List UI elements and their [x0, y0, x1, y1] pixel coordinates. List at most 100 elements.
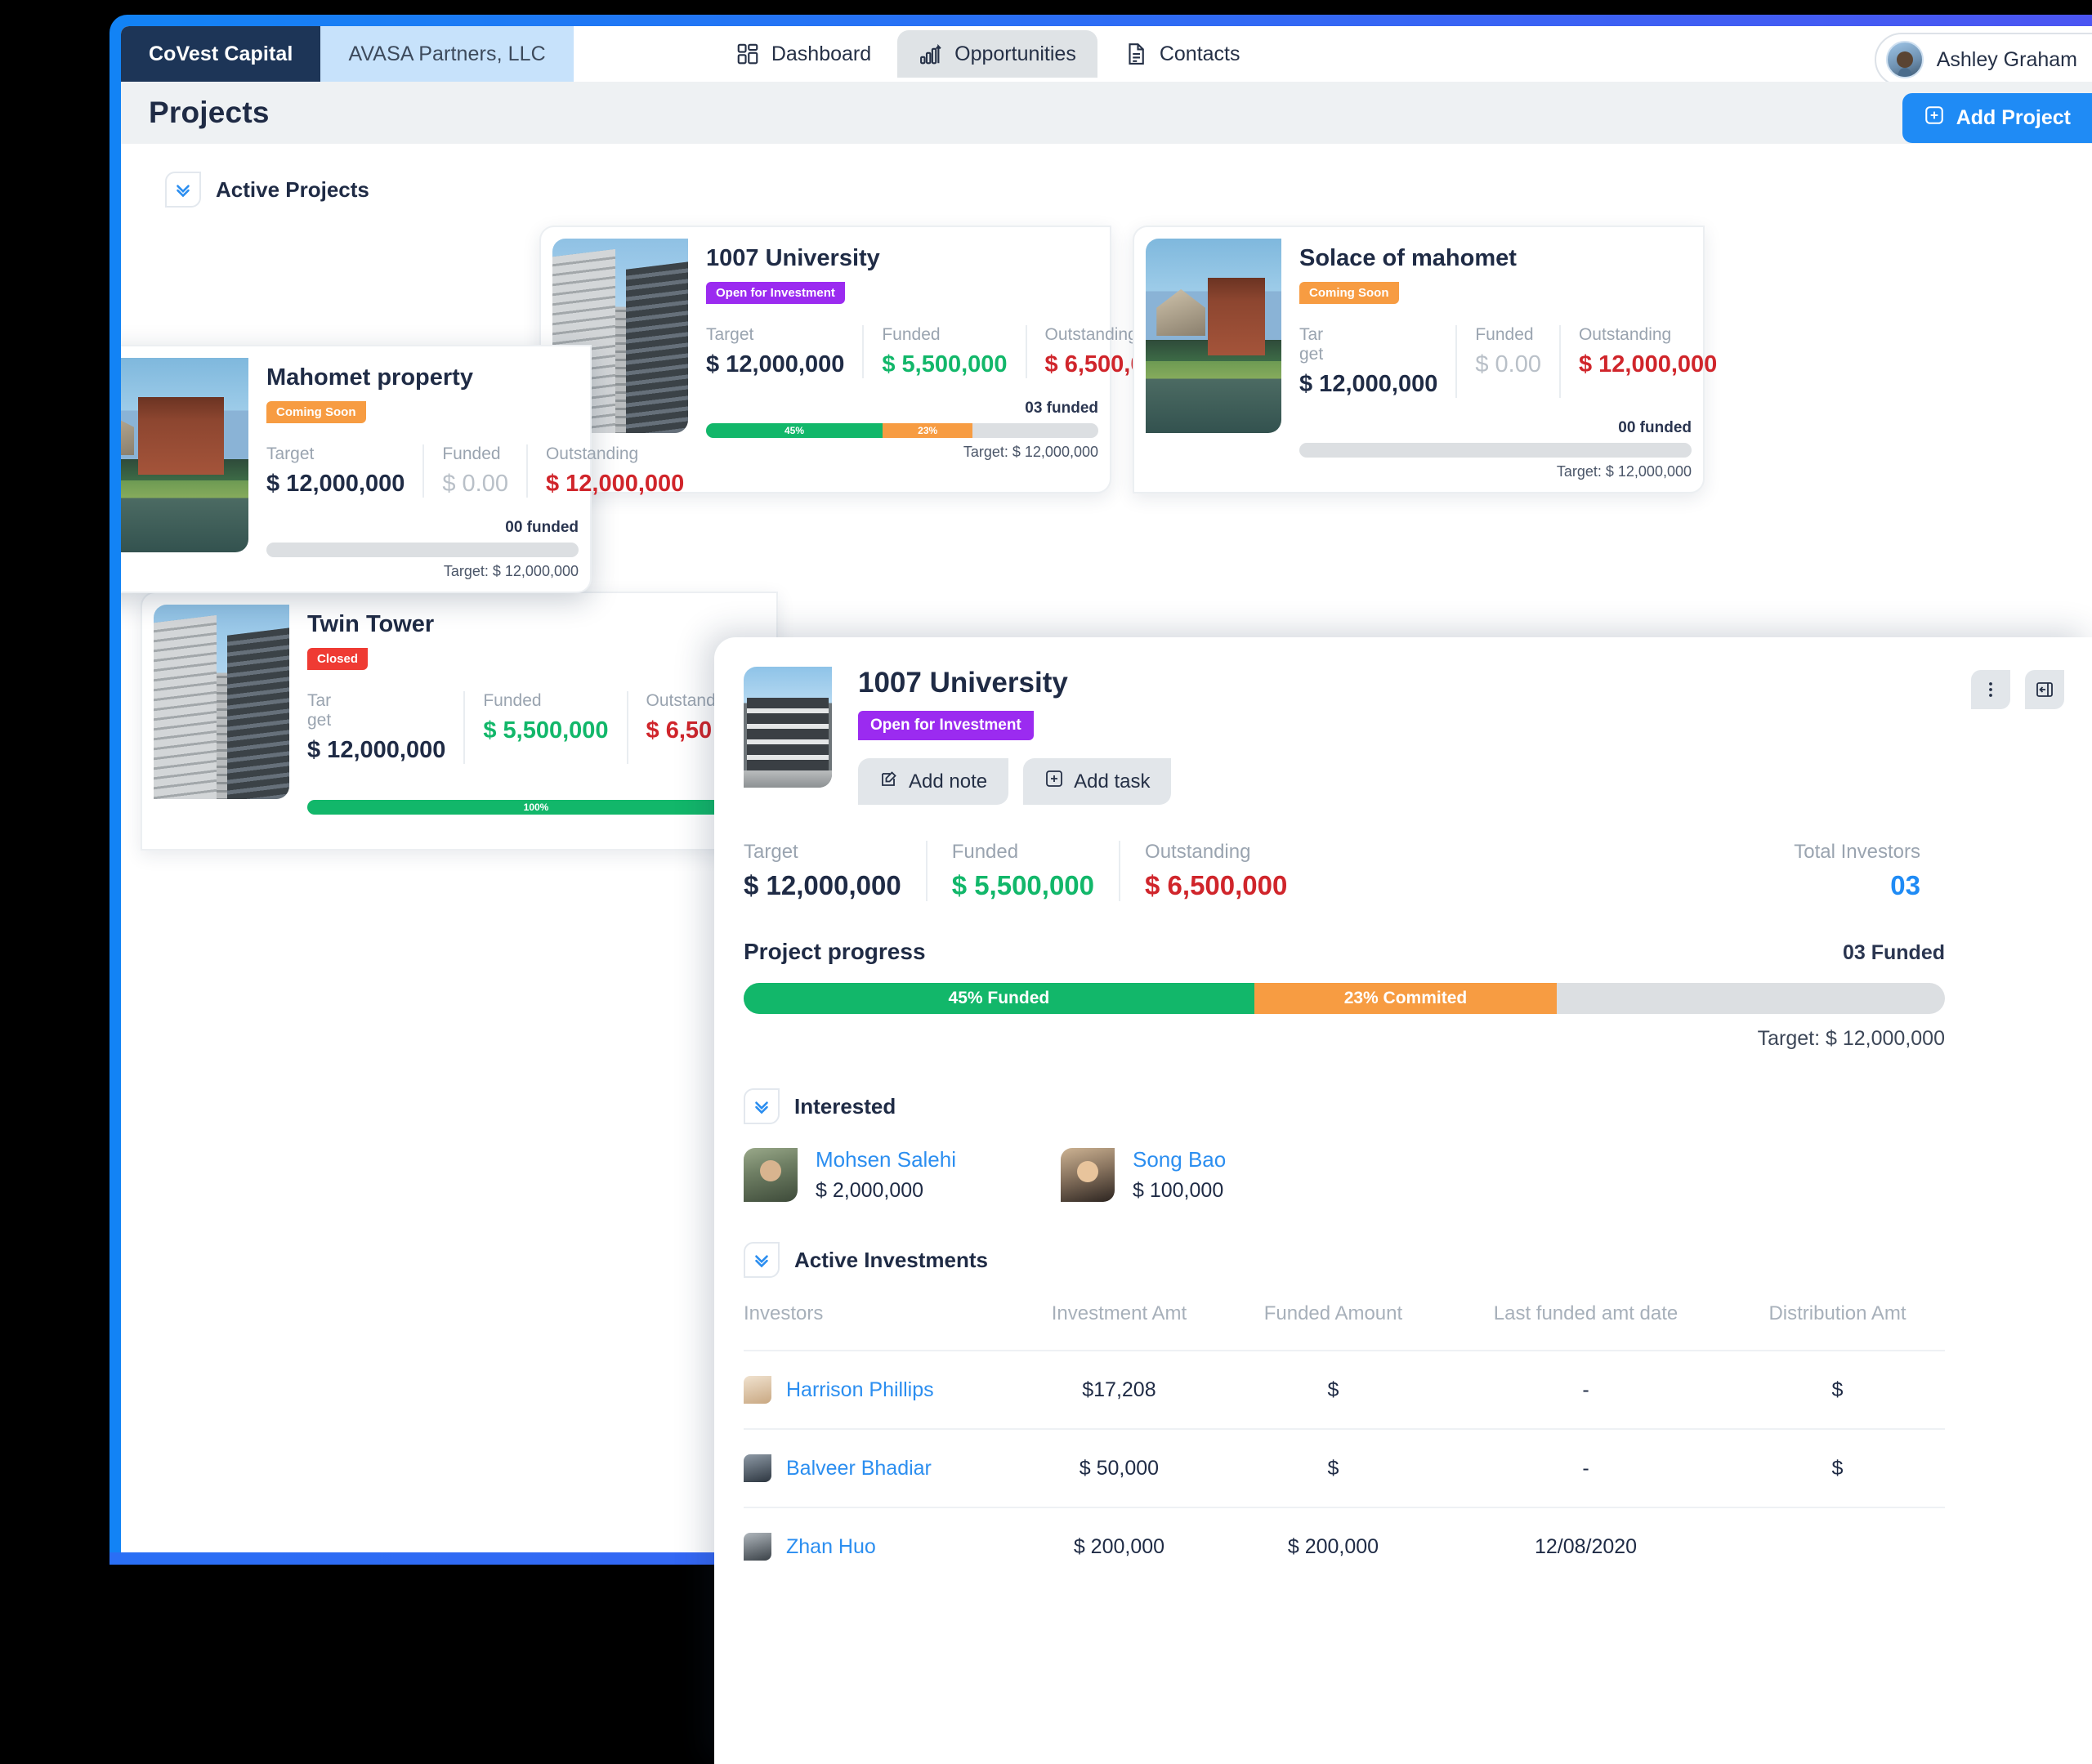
- detail-target-line: Target: $ 12,000,000: [1757, 1027, 1945, 1050]
- status-badge: Open for Investment: [706, 282, 845, 304]
- column-header-investment-amt: Investment Amt: [1051, 1302, 1187, 1324]
- collapse-panel-button[interactable]: [2025, 670, 2064, 709]
- nav-item-dashboard[interactable]: Dashboard: [714, 30, 892, 78]
- project-stats: Tar get $ 12,000,000 Funded $ 5,500,000 …: [307, 691, 765, 764]
- table-row[interactable]: Harrison Phillips $17,208 $ - $: [744, 1350, 1945, 1429]
- stat-label: Outstanding: [545, 444, 639, 463]
- list-item[interactable]: Song Bao $ 100,000: [1061, 1147, 1378, 1203]
- main-nav: Dashboard Opportunities Contacts: [714, 26, 1262, 82]
- cell-last-funded-date: -: [1442, 1350, 1730, 1429]
- stat-label: Funded: [1475, 325, 1534, 344]
- stat-value: $ 12,000,000: [307, 737, 446, 763]
- org-tab-avasa-partners[interactable]: AVASA Partners, LLC: [320, 26, 574, 82]
- project-card-mahomet-property[interactable]: Mahomet property Coming Soon Target $ 12…: [121, 345, 684, 593]
- investor-name[interactable]: Song Bao: [1133, 1147, 1226, 1172]
- avatar: [1061, 1148, 1115, 1202]
- project-progress: 100% Target:: [307, 800, 765, 837]
- avatar: [1885, 41, 1924, 78]
- detail-project-name: 1007 University: [858, 667, 1068, 699]
- collapse-toggle-active-projects[interactable]: [165, 172, 201, 208]
- collapse-toggle-active-investments[interactable]: [744, 1242, 780, 1278]
- project-card-twin-tower[interactable]: Twin Tower Closed Tar get $ 12,000,000 F…: [141, 592, 778, 851]
- table-row[interactable]: Balveer Bhadiar $ 50,000 $ - $: [744, 1428, 1945, 1507]
- add-note-label: Add note: [909, 770, 988, 793]
- add-task-label: Add task: [1074, 770, 1151, 793]
- stat-value: $ 6,500,000: [1145, 870, 1288, 900]
- investor-name[interactable]: Mohsen Salehi: [816, 1147, 956, 1172]
- investor-name[interactable]: Zhan Huo: [786, 1535, 876, 1559]
- cell-funded-amount: $: [1224, 1428, 1442, 1507]
- investor-name[interactable]: Balveer Bhadiar: [786, 1457, 932, 1480]
- status-badge: Coming Soon: [266, 401, 366, 423]
- project-name: Mahomet property: [266, 364, 473, 391]
- user-name: Ashley Graham: [1936, 47, 2077, 71]
- target-line: Target: $ 12,000,000: [963, 444, 1098, 460]
- progress-bar: [1299, 443, 1692, 458]
- project-name: Solace of mahomet: [1299, 245, 1517, 271]
- project-stats: Tar get $ 12,000,000 Funded $ 0.00 Outst…: [1299, 325, 1717, 398]
- project-thumbnail: [121, 358, 248, 552]
- investor-name[interactable]: Harrison Phillips: [786, 1378, 934, 1402]
- nav-item-opportunities[interactable]: Opportunities: [897, 30, 1097, 78]
- cell-distribution-amt: $: [1729, 1350, 1945, 1429]
- cell-funded-amount: $: [1224, 1350, 1442, 1429]
- page-title: Projects: [149, 96, 270, 129]
- stat-value: $ 12,000,000: [1578, 351, 1718, 377]
- avatar: [744, 1148, 798, 1202]
- page-header: Projects Add Project: [121, 82, 2092, 144]
- project-progress: 03 funded 45% 23% Target: $ 12,000,000: [706, 400, 1098, 461]
- stat-funded: Funded $ 0.00: [1455, 325, 1559, 398]
- detail-actions: Add note Add task: [858, 758, 1172, 805]
- project-card-solace-of-mahomet[interactable]: Solace of mahomet Coming Soon Tar get $ …: [1133, 226, 1717, 493]
- org-tab-label: CoVest Capital: [149, 42, 293, 65]
- project-stats: Target $ 12,000,000 Funded $ 0.00 Outsta…: [266, 444, 684, 498]
- add-note-button[interactable]: Add note: [858, 758, 1009, 805]
- stat-label: Target: [744, 841, 798, 863]
- list-item[interactable]: Mohsen Salehi $ 2,000,000: [744, 1147, 1061, 1203]
- section-header-interested: Interested: [744, 1088, 1945, 1124]
- stat-label: Outstandi: [646, 691, 720, 710]
- section-title: Interested: [794, 1093, 896, 1119]
- stat-label: Target: [706, 325, 754, 344]
- grid-icon: [735, 42, 760, 66]
- target-line: Target: $ 12,000,000: [1556, 463, 1692, 480]
- add-task-button[interactable]: Add task: [1023, 758, 1172, 805]
- add-project-button[interactable]: Add Project: [1902, 93, 2092, 143]
- user-profile-chip[interactable]: Ashley Graham: [1874, 33, 2092, 87]
- nav-item-contacts[interactable]: Contacts: [1102, 30, 1262, 78]
- plus-square-icon: [1924, 105, 1945, 132]
- progress-header: Project progress 03 Funded: [744, 939, 1945, 965]
- detail-progress-section: Project progress 03 Funded 45% Funded 23…: [744, 939, 1945, 1051]
- project-name: Twin Tower: [307, 611, 435, 637]
- project-detail-panel: 1007 University Open for Investment Add …: [714, 637, 2092, 1764]
- stat-label: Target: [266, 444, 315, 463]
- stat-value: $ 12,000,000: [744, 870, 901, 900]
- stat-value: $ 12,000,000: [266, 471, 405, 497]
- stat-outstanding: Outstanding $ 6,500,000: [1119, 841, 1312, 901]
- avatar: [744, 1376, 771, 1404]
- progress-segment-funded: 45%: [706, 423, 883, 438]
- detail-stats: Target $ 12,000,000 Funded $ 5,500,000 O…: [744, 841, 1945, 901]
- stat-target: Target $ 12,000,000: [266, 444, 422, 498]
- target-line: Target:: [307, 820, 765, 837]
- detail-header: 1007 University Open for Investment Add …: [744, 667, 2064, 805]
- more-options-button[interactable]: [1971, 670, 2010, 709]
- collapse-toggle-interested[interactable]: [744, 1088, 780, 1124]
- stat-target: Tar get $ 12,000,000: [307, 691, 463, 764]
- avatar: [744, 1454, 771, 1482]
- detail-thumbnail: [744, 667, 832, 788]
- org-tab-covest-capital[interactable]: CoVest Capital: [121, 26, 321, 82]
- investor-amount: $ 2,000,000: [816, 1179, 924, 1202]
- stat-funded: Funded $ 5,500,000: [463, 691, 626, 764]
- stat-label: Tar get: [307, 691, 332, 730]
- stat-funded: Funded $ 5,500,000: [862, 325, 1025, 378]
- project-progress: 00 funded Target: $ 12,000,000: [1299, 419, 1692, 480]
- stat-target: Target $ 12,000,000: [744, 841, 926, 901]
- column-header-distribution-amt: Distribution Amt: [1768, 1302, 1906, 1324]
- section-title: Active Investments: [794, 1247, 988, 1272]
- stat-value: $ 5,500,000: [882, 351, 1008, 377]
- progress-segment-commited: 23%: [883, 423, 973, 438]
- table-row[interactable]: Zhan Huo $ 200,000 $ 200,000 12/08/2020: [744, 1507, 1945, 1585]
- column-header-last-funded-date: Last funded amt date: [1493, 1302, 1679, 1324]
- bar-chart-icon: [919, 42, 943, 66]
